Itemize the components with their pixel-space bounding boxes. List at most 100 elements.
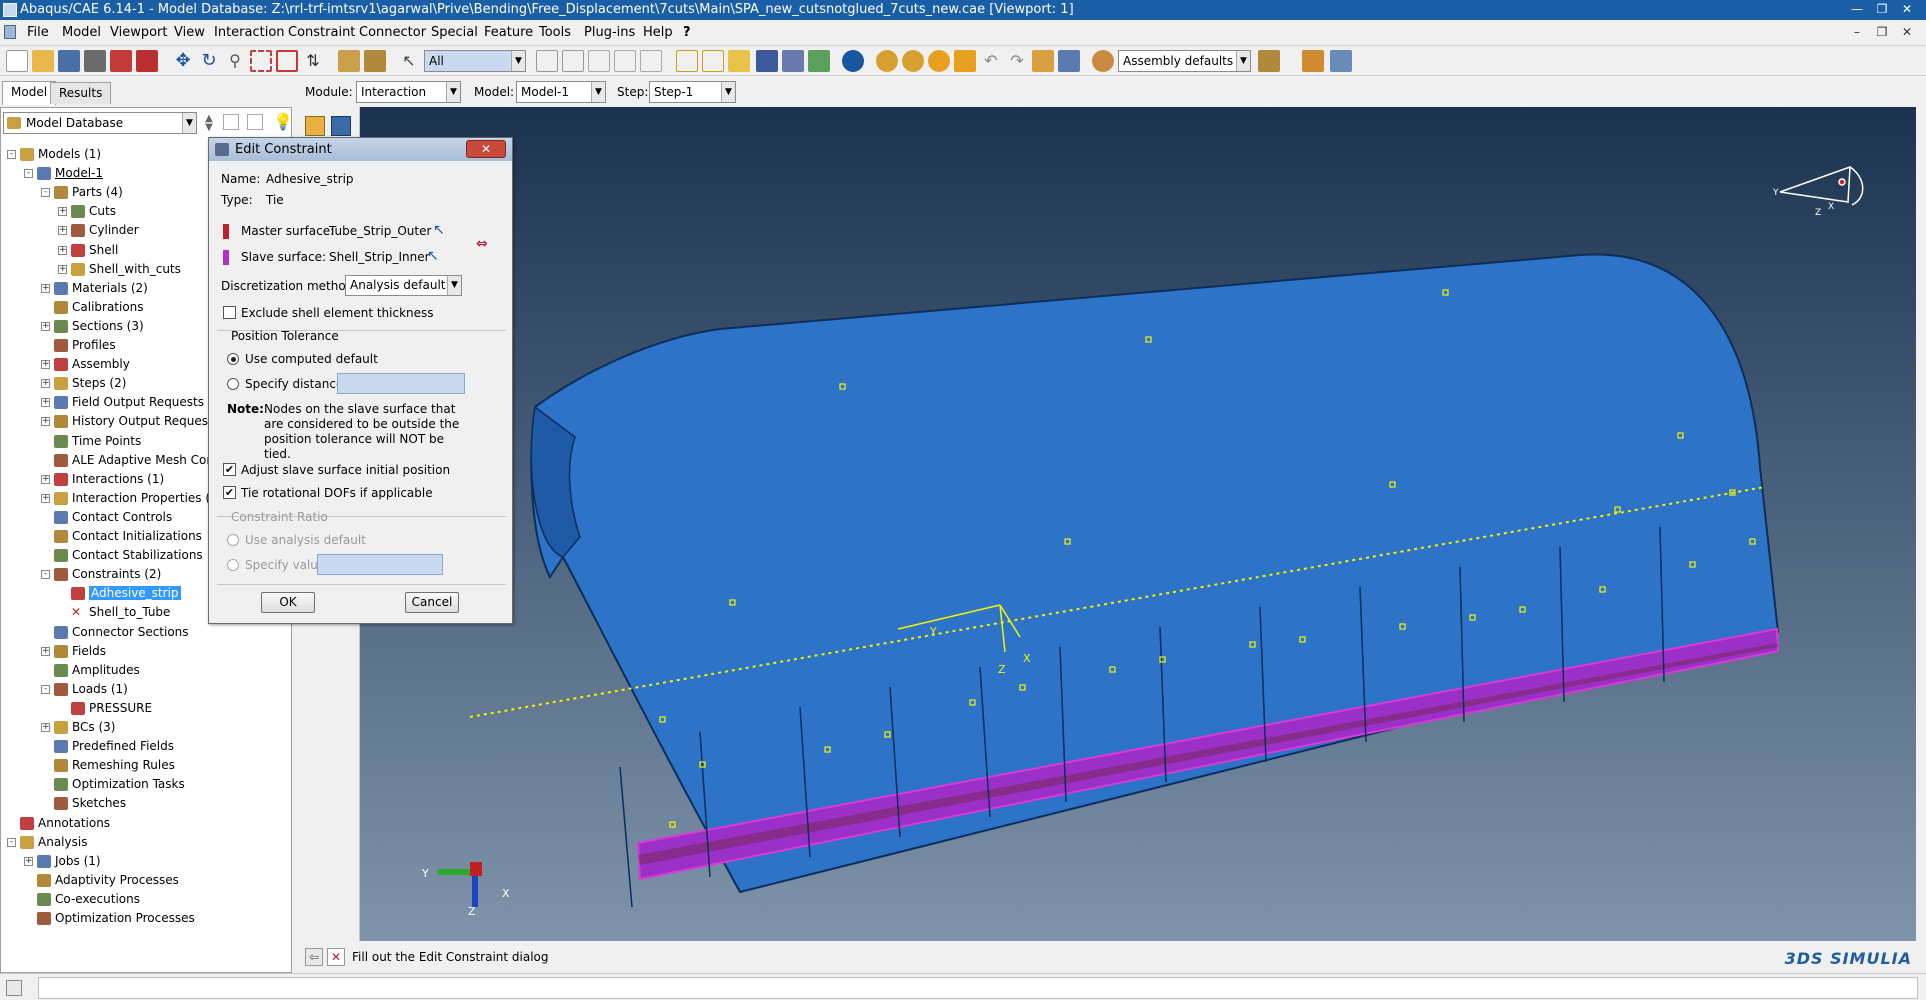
auto-fit-icon[interactable]: [276, 50, 298, 72]
expand-icon[interactable]: +: [41, 379, 50, 388]
collapse-icon[interactable]: -: [7, 150, 16, 159]
tree-node[interactable]: - Model-1: [24, 164, 103, 183]
record-icon[interactable]: [136, 50, 158, 72]
query-icon[interactable]: [110, 50, 132, 72]
collapse-icon[interactable]: -: [24, 169, 33, 178]
specify-distance-input[interactable]: [337, 373, 465, 394]
render-style-combo[interactable]: Assembly defaults ▼: [1118, 50, 1251, 72]
tree-node[interactable]: + Cuts: [58, 202, 116, 221]
tab-model[interactable]: Model: [2, 81, 57, 105]
color-code-icon[interactable]: [1258, 50, 1280, 72]
collapse-icon[interactable]: -: [41, 685, 50, 694]
edit-slave-arrow-icon[interactable]: ↖: [427, 248, 439, 264]
tree-source-combo[interactable]: Model Database ▼: [3, 112, 197, 134]
open-folder-icon[interactable]: [32, 50, 54, 72]
tree-node[interactable]: Co-executions: [24, 890, 140, 909]
info-icon[interactable]: [842, 50, 864, 72]
view-manager-icon[interactable]: [1032, 50, 1054, 72]
dialog-close-button[interactable]: ✕: [466, 140, 506, 158]
part-instance-icon[interactable]: [1302, 50, 1324, 72]
print-icon[interactable]: [84, 50, 106, 72]
tree-node[interactable]: + Interaction Properties (1): [41, 489, 222, 508]
edit-icon[interactable]: [954, 50, 976, 72]
mdi-close-icon[interactable]: ✕: [1896, 24, 1918, 41]
mdi-minimize-icon[interactable]: –: [1846, 24, 1868, 41]
minimize-icon[interactable]: —: [1846, 1, 1868, 18]
menu-feature[interactable]: Feature: [484, 25, 533, 40]
tree-node[interactable]: Adaptivity Processes: [24, 871, 179, 890]
exclude-thickness-checkbox[interactable]: [223, 306, 236, 319]
menu-interaction[interactable]: Interaction: [214, 25, 285, 40]
tree-node[interactable]: Annotations: [7, 814, 110, 833]
viewport[interactable]: Y X Z Y Z X Y X Z: [360, 107, 1916, 941]
layout-icon[interactable]: [1058, 50, 1080, 72]
message-log[interactable]: [38, 977, 1918, 999]
tree-node[interactable]: - Analysis: [7, 833, 87, 852]
expand-icon[interactable]: +: [58, 226, 67, 235]
tree-node[interactable]: Sketches: [41, 794, 126, 813]
pan-icon[interactable]: ✥: [172, 50, 194, 72]
tree-node[interactable]: + Interactions (1): [41, 470, 164, 489]
box-zoom-icon[interactable]: [250, 50, 272, 72]
tree-node[interactable]: Predefined Fields: [41, 737, 174, 756]
tree-node[interactable]: Amplitudes: [41, 661, 140, 680]
discretization-combo[interactable]: Analysis default ▼: [345, 275, 462, 296]
tree-node[interactable]: - Parts (4): [41, 183, 123, 202]
tree-node[interactable]: + BCs (3): [41, 718, 115, 737]
tree-node[interactable]: Optimization Processes: [24, 909, 195, 928]
module-combo[interactable]: Interaction ▼: [356, 81, 461, 103]
redo-icon[interactable]: ↷: [1006, 50, 1028, 72]
filter-icon[interactable]: [223, 114, 239, 130]
tab-results[interactable]: Results: [50, 82, 112, 104]
table-icon[interactable]: [1330, 50, 1352, 72]
rotate-icon[interactable]: ↻: [198, 50, 220, 72]
tree-updown-icon[interactable]: ▲ ▼: [203, 114, 215, 133]
cycle-views-icon[interactable]: ⇅: [302, 50, 324, 72]
step-combo[interactable]: Step-1 ▼: [649, 81, 736, 103]
swap-surfaces-icon[interactable]: ⇔: [476, 236, 498, 254]
tie-rotational-checkbox[interactable]: ✔: [223, 486, 236, 499]
ok-button[interactable]: OK: [261, 592, 315, 613]
shaded-icon[interactable]: [808, 50, 830, 72]
query-tool-icon[interactable]: [338, 50, 360, 72]
close-icon[interactable]: ✕: [1896, 1, 1918, 18]
tree-node[interactable]: + Assembly: [41, 355, 130, 374]
tree-node[interactable]: Contact Initializations: [41, 527, 202, 546]
menu-plugins[interactable]: Plug-ins: [584, 25, 635, 40]
expand-icon[interactable]: +: [41, 284, 50, 293]
tree-node[interactable]: + Shell: [58, 241, 118, 260]
tree-node[interactable]: Calibrations: [41, 298, 144, 317]
front-view-icon[interactable]: [702, 50, 724, 72]
palette-icon[interactable]: [1092, 50, 1114, 72]
tree-node[interactable]: + Jobs (1): [24, 852, 101, 871]
menu-constraint[interactable]: Constraint: [288, 25, 355, 40]
wireframe-icon[interactable]: [756, 50, 778, 72]
iso-view-icon[interactable]: [676, 50, 698, 72]
dialog-title-bar[interactable]: Edit Constraint ✕: [209, 138, 512, 161]
top-view-icon[interactable]: [728, 50, 750, 72]
save-icon[interactable]: [58, 50, 80, 72]
expand-icon[interactable]: +: [58, 265, 67, 274]
menu-special[interactable]: Special: [431, 25, 478, 40]
interaction-manager-icon[interactable]: [331, 116, 351, 136]
tree-node[interactable]: + Shell_with_cuts: [58, 260, 181, 279]
mdi-restore-icon[interactable]: ❐: [1871, 24, 1893, 41]
back-arrow-icon[interactable]: ⇦: [305, 948, 323, 966]
menu-model[interactable]: Model: [62, 25, 101, 40]
menu-help[interactable]: Help: [643, 25, 673, 40]
expand-icon[interactable]: +: [41, 475, 50, 484]
edit-master-arrow-icon[interactable]: ↖: [433, 222, 445, 238]
expand-icon[interactable]: +: [41, 322, 50, 331]
tree-node[interactable]: Remeshing Rules: [41, 756, 175, 775]
menu-view[interactable]: View: [174, 25, 205, 40]
expand-icon[interactable]: +: [41, 647, 50, 656]
expand-icon[interactable]: +: [41, 360, 50, 369]
select-from-viewport-icon[interactable]: [562, 50, 584, 72]
tree-node[interactable]: Connector Sections: [41, 623, 189, 642]
zoom-icon[interactable]: ⚲: [224, 50, 246, 72]
tree-node[interactable]: - Constraints (2): [41, 565, 161, 584]
hidden-line-icon[interactable]: [782, 50, 804, 72]
drag-shape-icon[interactable]: [588, 50, 610, 72]
specify-value-radio[interactable]: [227, 559, 239, 571]
tree-node[interactable]: ✕ Shell_to_Tube: [58, 603, 170, 622]
